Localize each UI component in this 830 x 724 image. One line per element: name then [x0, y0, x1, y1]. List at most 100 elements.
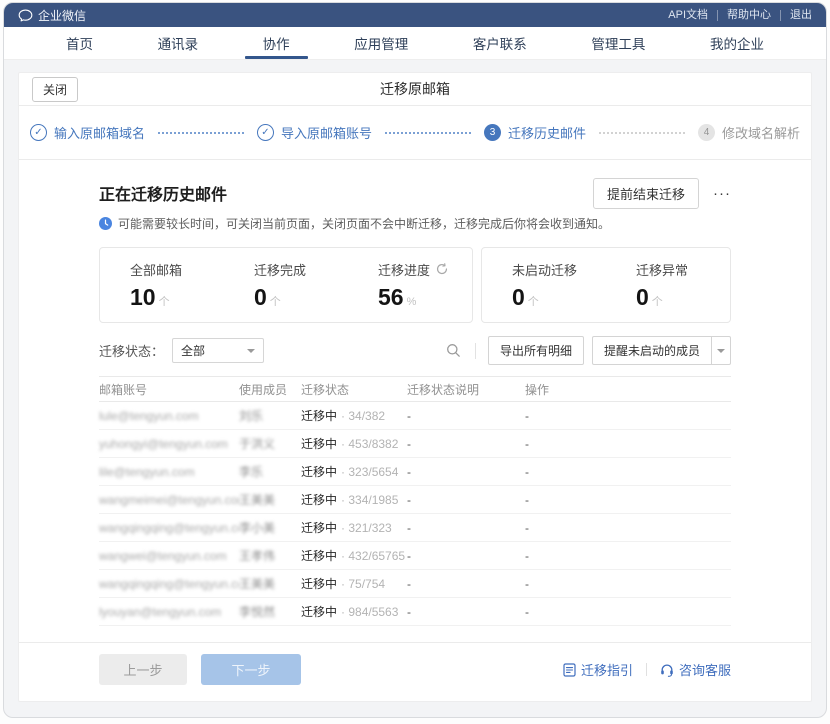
heading-actions: 提前结束迁移 ···	[593, 178, 731, 209]
status-desc-cell: -	[407, 521, 525, 535]
email-cell: wangqingqing@tengyun.com	[99, 577, 239, 591]
status-desc-cell: -	[407, 605, 525, 619]
stat-value: 0	[636, 284, 649, 311]
topbar: 企业微信 API文档 帮助中心 退出	[4, 3, 826, 27]
action-cell: -	[525, 465, 731, 479]
document-icon	[563, 663, 576, 677]
nav-panel-gap	[4, 60, 826, 72]
action-cell: -	[525, 493, 731, 507]
stat-label: 未启动迁移	[512, 260, 577, 279]
close-button[interactable]: 关闭	[32, 77, 78, 102]
step-label: 导入原邮箱账号	[281, 123, 372, 142]
stat-unit: 个	[159, 293, 170, 309]
search-icon[interactable]	[444, 341, 463, 360]
member-cell: 于洪义	[239, 435, 301, 452]
status-cell: 迁移中 · 453/8382	[301, 435, 407, 452]
remind-members-dropdown[interactable]	[711, 337, 730, 364]
bottom-strip	[4, 702, 826, 717]
email-cell: lile@tengyun.com	[99, 465, 239, 479]
step-indicator-icon: 4	[698, 124, 715, 141]
status-cell: 迁移中 · 432/65765	[301, 547, 407, 564]
step-indicator-icon: ✓	[257, 124, 274, 141]
chevron-down-icon	[247, 349, 255, 353]
nav-tab[interactable]: 客户联系	[473, 27, 527, 59]
status-desc-cell: -	[407, 465, 525, 479]
topbar-link[interactable]: API文档	[659, 10, 718, 21]
stats-group-progress: 全部邮箱 10 个	[99, 247, 473, 323]
status-cell: 迁移中 · 321/323	[301, 519, 407, 536]
step-connector	[385, 132, 471, 134]
table-row: lyouyan@tengyun.com 李悦然 迁移中 · 984/5563 -…	[99, 598, 731, 626]
stat-label: 迁移完成	[254, 260, 306, 279]
action-cell: -	[525, 521, 731, 535]
panel-content: 正在迁移历史邮件 提前结束迁移 ··· 可能需要较长时间，可关闭当前页面，关闭页…	[19, 178, 811, 626]
stat-label: 迁移异常	[636, 260, 688, 279]
divider	[646, 663, 647, 676]
member-cell: 王孝伟	[239, 547, 301, 564]
nav-tab[interactable]: 首页	[66, 27, 93, 59]
refresh-icon[interactable]	[436, 263, 448, 275]
step-indicator-icon: 3	[484, 124, 501, 141]
member-cell: 刘乐	[239, 407, 301, 424]
panel-header: 关闭 迁移原邮箱	[19, 73, 811, 106]
app-window: 企业微信 API文档 帮助中心 退出 首页 通讯录 协作	[3, 2, 827, 718]
filter-row: 迁移状态： 全部 导出所有明细 提醒未启动的成员	[99, 338, 731, 363]
col-status: 迁移状态	[301, 381, 407, 398]
email-cell: yuhongyi@tengyun.com	[99, 437, 239, 451]
status-cell: 迁移中 · 75/754	[301, 575, 407, 592]
nav-tab[interactable]: 我的企业	[710, 27, 764, 59]
nav-tab[interactable]: 应用管理	[354, 27, 408, 59]
table-row: lile@tengyun.com 李乐 迁移中 · 323/5654 - -	[99, 458, 731, 486]
contact-support-link[interactable]: 咨询客服	[660, 660, 731, 679]
col-email: 邮箱账号	[99, 381, 239, 398]
stat-cell: 迁移完成 0 个	[224, 248, 348, 322]
table-row: wangmeimei@tengyun.com 王美美 迁移中 · 334/198…	[99, 486, 731, 514]
table-row: wangqingqing@tengyun.com 李小美 迁移中 · 321/3…	[99, 514, 731, 542]
end-migration-button[interactable]: 提前结束迁移	[593, 178, 699, 209]
remind-members-button[interactable]: 提醒未启动的成员	[593, 337, 711, 364]
topbar-link[interactable]: 退出	[781, 10, 812, 21]
table-row: yuhongyi@tengyun.com 于洪义 迁移中 · 453/8382 …	[99, 430, 731, 458]
wizard-step: 4 修改域名解析	[698, 123, 800, 142]
status-desc-cell: -	[407, 493, 525, 507]
email-cell: lule@tengyun.com	[99, 409, 239, 423]
notice-bar: 可能需要较长时间，可关闭当前页面，关闭页面不会中断迁移，迁移完成后你将会收到通知…	[99, 215, 731, 232]
more-menu-button[interactable]: ···	[713, 185, 731, 202]
nav-tab[interactable]: 通讯录	[158, 27, 199, 59]
export-details-button[interactable]: 导出所有明细	[488, 336, 584, 365]
action-cell: -	[525, 409, 731, 423]
status-desc-cell: -	[407, 577, 525, 591]
stat-label: 迁移进度	[378, 260, 430, 279]
footer-links: 迁移指引 咨询客服	[563, 660, 731, 679]
table-header: 邮箱账号 使用成员 迁移状态 迁移状态说明 操作	[99, 376, 731, 402]
table-row: lule@tengyun.com 刘乐 迁移中 · 34/382 - -	[99, 402, 731, 430]
status-cell: 迁移中 · 984/5563	[301, 603, 407, 620]
status-desc-cell: -	[407, 437, 525, 451]
status-filter-select[interactable]: 全部	[172, 338, 264, 363]
filter-actions: 导出所有明细 提醒未启动的成员	[444, 336, 731, 365]
member-cell: 王美美	[239, 491, 301, 508]
wizard-steps: ✓ 输入原邮箱域名 ✓ 导入原邮箱账号 3 迁移历史邮件 4	[19, 106, 811, 160]
brand-label: 企业微信	[38, 7, 86, 24]
migration-guide-link[interactable]: 迁移指引	[563, 660, 633, 679]
status-filter-value: 全部	[181, 342, 205, 359]
chevron-down-icon	[717, 349, 725, 353]
notice-text: 可能需要较长时间，可关闭当前页面，关闭页面不会中断迁移，迁移完成后你将会收到通知…	[118, 215, 610, 232]
migration-panel: 关闭 迁移原邮箱 ✓ 输入原邮箱域名 ✓ 导入原邮箱账号 3	[18, 72, 812, 702]
table-body: lule@tengyun.com 刘乐 迁移中 · 34/382 - - yuh…	[99, 402, 731, 626]
nav-tab[interactable]: 管理工具	[591, 27, 645, 59]
headset-icon	[660, 663, 674, 677]
previous-step-button[interactable]: 上一步	[99, 654, 187, 685]
action-cell: -	[525, 605, 731, 619]
stat-value: 10	[130, 284, 156, 311]
stat-cell: 未启动迁移 0 个	[482, 248, 606, 322]
filter-label: 迁移状态：	[99, 341, 164, 360]
panel-footer: 上一步 下一步 迁移指引 咨询客服	[19, 643, 811, 701]
topbar-link[interactable]: 帮助中心	[718, 10, 781, 21]
step-connector	[158, 132, 244, 134]
next-step-button[interactable]: 下一步	[201, 654, 301, 685]
nav-tab[interactable]: 协作	[263, 27, 290, 59]
table-row: wangwei@tengyun.com 王孝伟 迁移中 · 432/65765 …	[99, 542, 731, 570]
stat-unit: 个	[528, 293, 539, 309]
action-cell: -	[525, 577, 731, 591]
